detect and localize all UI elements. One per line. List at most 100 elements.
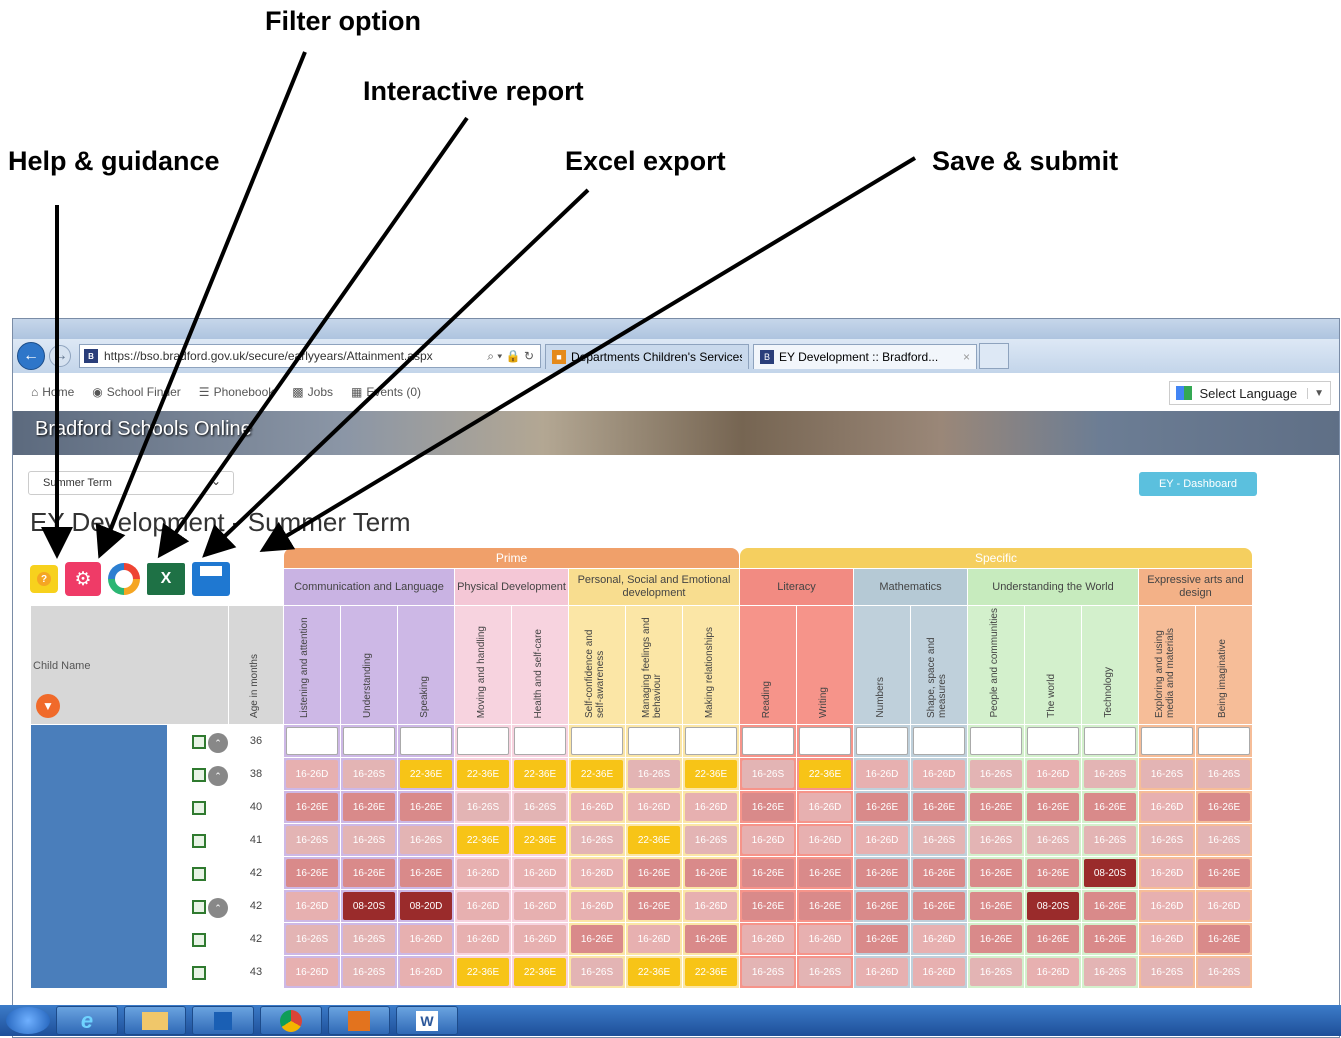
assessment-value[interactable] <box>913 727 965 755</box>
new-tab-button[interactable] <box>979 343 1009 369</box>
assessment-value[interactable]: 16-26S <box>799 958 851 986</box>
assessment-value[interactable]: 16-26E <box>1198 793 1250 821</box>
assessment-value[interactable]: 16-26E <box>856 859 908 887</box>
assessment-value[interactable]: 16-26D <box>856 760 908 788</box>
forward-button[interactable]: → <box>49 345 71 367</box>
assessment-value[interactable]: 16-26E <box>286 859 338 887</box>
assessment-value[interactable]: 16-26S <box>970 760 1022 788</box>
assessment-value[interactable]: 16-26S <box>1198 958 1250 986</box>
filter-icon[interactable]: ▼ <box>36 694 60 718</box>
assessment-value[interactable]: 08-20D <box>400 892 452 920</box>
assessment-value[interactable]: 16-26D <box>913 760 965 788</box>
tab-ey-development[interactable]: B EY Development :: Bradford... × <box>753 343 977 369</box>
assessment-value[interactable]: 16-26S <box>571 826 623 854</box>
assessment-value[interactable]: 16-26E <box>970 925 1022 953</box>
menu-home[interactable]: ⌂ Home <box>31 385 74 399</box>
assessment-value[interactable]: 16-26D <box>685 793 737 821</box>
assessment-value[interactable]: 22-36E <box>514 826 566 854</box>
assessment-value[interactable]: 16-26S <box>970 958 1022 986</box>
assessment-value[interactable]: 16-26D <box>457 925 509 953</box>
assessment-value[interactable] <box>799 727 851 755</box>
address-controls[interactable]: ⌕ ▾ 🔒 ↻ <box>481 349 540 364</box>
assessment-value[interactable]: 22-36E <box>685 760 737 788</box>
assessment-value[interactable]: 08-20S <box>1084 859 1136 887</box>
assessment-value[interactable]: 16-26D <box>856 958 908 986</box>
assessment-value[interactable]: 22-36E <box>685 958 737 986</box>
document-icon[interactable] <box>192 834 206 848</box>
assessment-value[interactable] <box>1027 727 1079 755</box>
assessment-value[interactable]: 16-26D <box>571 793 623 821</box>
assessment-value[interactable] <box>343 727 395 755</box>
assessment-value[interactable]: 16-26S <box>1198 826 1250 854</box>
assessment-value[interactable]: 16-26E <box>685 859 737 887</box>
assessment-value[interactable]: 22-36E <box>400 760 452 788</box>
assessment-value[interactable]: 16-26D <box>514 859 566 887</box>
assessment-value[interactable]: 16-26E <box>913 859 965 887</box>
assessment-value[interactable]: 16-26D <box>1027 958 1079 986</box>
assessment-value[interactable]: 22-36E <box>514 958 566 986</box>
document-icon[interactable] <box>192 966 206 980</box>
document-icon[interactable] <box>192 900 206 914</box>
back-button[interactable]: ← <box>17 342 45 370</box>
assessment-value[interactable]: 16-26D <box>1141 793 1193 821</box>
assessment-value[interactable]: 08-20S <box>1027 892 1079 920</box>
assessment-value[interactable]: 16-26E <box>742 892 794 920</box>
assessment-value[interactable]: 16-26D <box>856 826 908 854</box>
assessment-value[interactable]: 16-26E <box>913 793 965 821</box>
assessment-value[interactable]: 16-26D <box>514 892 566 920</box>
assessment-value[interactable]: 16-26E <box>1198 925 1250 953</box>
assessment-value[interactable] <box>286 727 338 755</box>
assessment-value[interactable]: 16-26D <box>1198 892 1250 920</box>
assessment-value[interactable]: 16-26D <box>742 925 794 953</box>
assessment-value[interactable]: 16-26D <box>514 925 566 953</box>
term-select[interactable]: Summer Term ⌄ <box>28 471 234 495</box>
start-button[interactable] <box>6 1007 50 1034</box>
assessment-value[interactable]: 16-26E <box>856 892 908 920</box>
assessment-value[interactable] <box>1141 727 1193 755</box>
assessment-value[interactable]: 16-26D <box>286 958 338 986</box>
chevron-up-icon[interactable]: ⌃ <box>208 733 228 753</box>
assessment-value[interactable]: 16-26E <box>1027 793 1079 821</box>
assessment-value[interactable]: 22-36E <box>571 760 623 788</box>
document-icon[interactable] <box>192 867 206 881</box>
assessment-value[interactable]: 16-26S <box>742 760 794 788</box>
assessment-value[interactable]: 16-26D <box>1027 760 1079 788</box>
assessment-value[interactable]: 22-36E <box>514 760 566 788</box>
assessment-value[interactable]: 16-26E <box>970 859 1022 887</box>
assessment-value[interactable]: 16-26D <box>400 958 452 986</box>
assessment-value[interactable]: 16-26S <box>1141 826 1193 854</box>
language-select[interactable]: Select Language ▼ <box>1168 381 1331 405</box>
assessment-value[interactable]: 16-26S <box>286 925 338 953</box>
assessment-value[interactable] <box>514 727 566 755</box>
assessment-value[interactable]: 16-26S <box>571 958 623 986</box>
assessment-value[interactable]: 16-26S <box>343 826 395 854</box>
document-icon[interactable] <box>192 768 206 782</box>
assessment-value[interactable]: 16-26S <box>1027 826 1079 854</box>
menu-events[interactable]: ▦ Events (0) <box>351 385 421 399</box>
assessment-value[interactable]: 16-26E <box>343 793 395 821</box>
assessment-value[interactable] <box>571 727 623 755</box>
document-icon[interactable] <box>192 933 206 947</box>
taskbar-word[interactable]: W <box>396 1006 458 1035</box>
assessment-value[interactable]: 22-36E <box>457 958 509 986</box>
taskbar-file-explorer[interactable] <box>124 1006 186 1035</box>
assessment-value[interactable]: 16-26D <box>457 859 509 887</box>
assessment-value[interactable]: 16-26E <box>856 793 908 821</box>
assessment-value[interactable]: 16-26E <box>343 859 395 887</box>
assessment-value[interactable]: 16-26D <box>1141 925 1193 953</box>
tab-departments[interactable]: ■ Departments Children's Services <box>545 343 749 369</box>
assessment-value[interactable]: 16-26D <box>571 859 623 887</box>
assessment-value[interactable]: 16-26E <box>400 793 452 821</box>
assessment-value[interactable]: 16-26D <box>913 925 965 953</box>
assessment-value[interactable]: 16-26D <box>799 826 851 854</box>
assessment-value[interactable]: 16-26S <box>970 826 1022 854</box>
assessment-value[interactable]: 16-26E <box>685 925 737 953</box>
assessment-value[interactable]: 16-26E <box>742 793 794 821</box>
assessment-value[interactable]: 16-26S <box>913 826 965 854</box>
assessment-value[interactable]: 16-26E <box>286 793 338 821</box>
assessment-value[interactable]: 16-26S <box>1084 826 1136 854</box>
assessment-value[interactable]: 16-26D <box>1141 859 1193 887</box>
taskbar-internet-explorer[interactable]: e <box>56 1006 118 1035</box>
assessment-value[interactable]: 22-36E <box>628 826 680 854</box>
assessment-value[interactable]: 16-26S <box>1084 958 1136 986</box>
